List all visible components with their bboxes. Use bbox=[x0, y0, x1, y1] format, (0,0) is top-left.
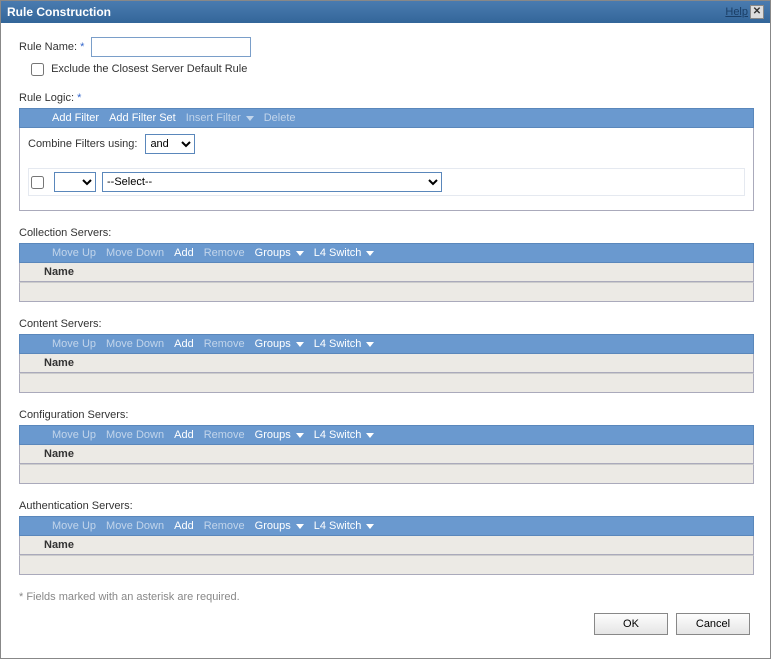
content-table-body bbox=[19, 373, 754, 393]
groups-dropdown[interactable]: Groups bbox=[255, 520, 304, 532]
add-filter-set-button[interactable]: Add Filter Set bbox=[109, 112, 176, 124]
l4-switch-dropdown[interactable]: L4 Switch bbox=[314, 338, 375, 350]
configuration-toolbar: Move Up Move Down Add Remove Groups L4 S… bbox=[19, 425, 754, 445]
combine-label: Combine Filters using: bbox=[28, 138, 137, 150]
configuration-table-body bbox=[19, 464, 754, 484]
ok-button[interactable]: OK bbox=[594, 613, 668, 635]
remove-button[interactable]: Remove bbox=[204, 520, 245, 532]
content-toolbar: Move Up Move Down Add Remove Groups L4 S… bbox=[19, 334, 754, 354]
groups-dropdown[interactable]: Groups bbox=[255, 429, 304, 441]
remove-button[interactable]: Remove bbox=[204, 247, 245, 259]
close-icon[interactable]: ✕ bbox=[750, 5, 764, 19]
configuration-servers-label: Configuration Servers: bbox=[19, 409, 754, 421]
move-down-button[interactable]: Move Down bbox=[106, 520, 164, 532]
collection-table-body bbox=[19, 282, 754, 302]
table-header-name: Name bbox=[19, 263, 754, 282]
add-button[interactable]: Add bbox=[174, 338, 194, 350]
window-title: Rule Construction bbox=[7, 5, 111, 19]
rule-construction-dialog: Rule Construction Help ✕ Rule Name: * Ex… bbox=[0, 0, 771, 659]
content-servers-label: Content Servers: bbox=[19, 318, 754, 330]
cancel-button[interactable]: Cancel bbox=[676, 613, 750, 635]
remove-button[interactable]: Remove bbox=[204, 429, 245, 441]
add-button[interactable]: Add bbox=[174, 520, 194, 532]
delete-button[interactable]: Delete bbox=[264, 112, 296, 124]
rule-logic-toolbar: Add Filter Add Filter Set Insert Filter … bbox=[19, 108, 754, 128]
rule-logic-label: Rule Logic: bbox=[19, 92, 74, 104]
move-up-button[interactable]: Move Up bbox=[52, 429, 96, 441]
collection-toolbar: Move Up Move Down Add Remove Groups L4 S… bbox=[19, 243, 754, 263]
filter-type-select[interactable]: --Select-- bbox=[102, 172, 442, 192]
move-down-button[interactable]: Move Down bbox=[106, 338, 164, 350]
filter-row-checkbox[interactable] bbox=[31, 176, 44, 189]
groups-dropdown[interactable]: Groups bbox=[255, 247, 304, 259]
rule-name-input[interactable] bbox=[91, 37, 251, 57]
table-header-name: Name bbox=[19, 445, 754, 464]
filter-row: --Select-- bbox=[28, 168, 745, 196]
filter-operator-select[interactable] bbox=[54, 172, 96, 192]
add-button[interactable]: Add bbox=[174, 429, 194, 441]
move-up-button[interactable]: Move Up bbox=[52, 247, 96, 259]
l4-switch-dropdown[interactable]: L4 Switch bbox=[314, 429, 375, 441]
move-down-button[interactable]: Move Down bbox=[106, 247, 164, 259]
combine-select[interactable]: and bbox=[145, 134, 195, 154]
titlebar: Rule Construction Help ✕ bbox=[1, 1, 770, 23]
collection-servers-label: Collection Servers: bbox=[19, 227, 754, 239]
authentication-servers-label: Authentication Servers: bbox=[19, 500, 754, 512]
groups-dropdown[interactable]: Groups bbox=[255, 338, 304, 350]
rule-logic-body: Combine Filters using: and --Select-- bbox=[19, 128, 754, 211]
required-marker: * bbox=[80, 41, 84, 53]
authentication-toolbar: Move Up Move Down Add Remove Groups L4 S… bbox=[19, 516, 754, 536]
authentication-table-body bbox=[19, 555, 754, 575]
add-filter-button[interactable]: Add Filter bbox=[52, 112, 99, 124]
exclude-default-rule-checkbox[interactable] bbox=[31, 63, 44, 76]
l4-switch-dropdown[interactable]: L4 Switch bbox=[314, 520, 375, 532]
move-up-button[interactable]: Move Up bbox=[52, 520, 96, 532]
add-button[interactable]: Add bbox=[174, 247, 194, 259]
required-footnote: * Fields marked with an asterisk are req… bbox=[19, 591, 754, 603]
exclude-default-rule-label[interactable]: Exclude the Closest Server Default Rule bbox=[31, 63, 247, 75]
remove-button[interactable]: Remove bbox=[204, 338, 245, 350]
table-header-name: Name bbox=[19, 354, 754, 373]
rule-name-label: Rule Name: bbox=[19, 41, 77, 53]
move-up-button[interactable]: Move Up bbox=[52, 338, 96, 350]
insert-filter-dropdown[interactable]: Insert Filter bbox=[186, 112, 254, 124]
help-link[interactable]: Help bbox=[725, 6, 748, 18]
required-marker: * bbox=[77, 92, 81, 104]
l4-switch-dropdown[interactable]: L4 Switch bbox=[314, 247, 375, 259]
move-down-button[interactable]: Move Down bbox=[106, 429, 164, 441]
content-area: Rule Name: * Exclude the Closest Server … bbox=[1, 23, 770, 658]
table-header-name: Name bbox=[19, 536, 754, 555]
